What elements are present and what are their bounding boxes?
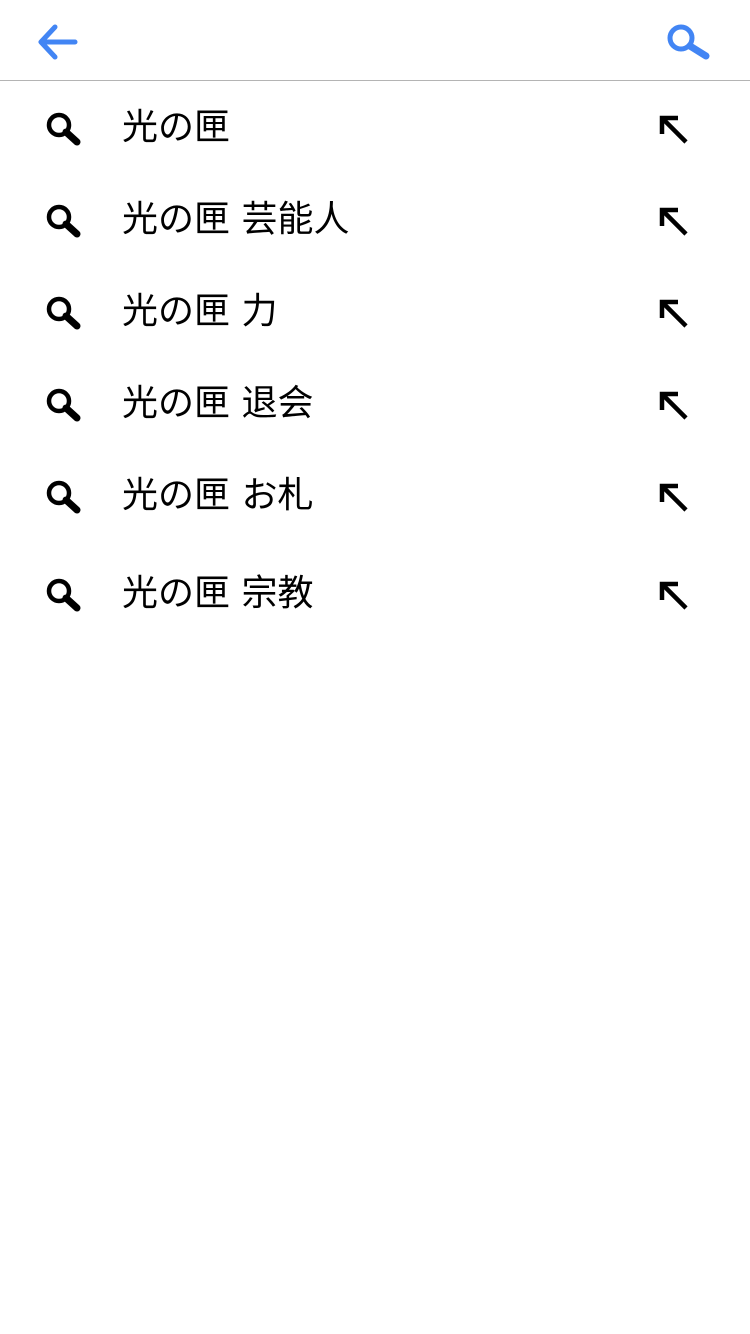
suggestion-text: 光の匣 退会 (122, 383, 314, 424)
arrow-up-left-icon (656, 204, 692, 240)
suggestion-row[interactable]: 光の匣 お札 (0, 450, 750, 542)
fill-query-button[interactable] (640, 100, 708, 160)
search-icon (44, 386, 84, 426)
search-icon (44, 110, 84, 150)
suggestion-row[interactable]: 光の匣 芸能人 (0, 174, 750, 266)
search-button[interactable] (656, 14, 720, 70)
arrow-left-icon (38, 24, 78, 60)
arrow-up-left-icon (656, 480, 692, 516)
suggestion-text: 光の匣 (122, 107, 231, 148)
search-icon (44, 576, 84, 616)
fill-query-button[interactable] (640, 566, 708, 626)
top-bar (0, 0, 750, 81)
suggestion-row[interactable]: 光の匣 宗教 (0, 548, 750, 640)
back-button[interactable] (28, 14, 88, 70)
arrow-up-left-icon (656, 388, 692, 424)
arrow-up-left-icon (656, 578, 692, 614)
suggestion-row[interactable]: 光の匣 退会 (0, 358, 750, 450)
search-icon (666, 23, 710, 61)
fill-query-button[interactable] (640, 468, 708, 528)
fill-query-button[interactable] (640, 192, 708, 252)
suggestion-row[interactable]: 光の匣 力 (0, 266, 750, 358)
arrow-up-left-icon (656, 296, 692, 332)
arrow-up-left-icon (656, 112, 692, 148)
suggestion-text: 光の匣 お札 (122, 475, 314, 516)
search-icon (44, 294, 84, 334)
suggestion-row[interactable]: 光の匣 (0, 82, 750, 174)
search-icon (44, 202, 84, 242)
suggestion-text: 光の匣 宗教 (122, 573, 314, 614)
fill-query-button[interactable] (640, 284, 708, 344)
search-icon (44, 478, 84, 518)
fill-query-button[interactable] (640, 376, 708, 436)
suggestion-text: 光の匣 芸能人 (122, 199, 350, 240)
suggestion-text: 光の匣 力 (122, 291, 278, 332)
